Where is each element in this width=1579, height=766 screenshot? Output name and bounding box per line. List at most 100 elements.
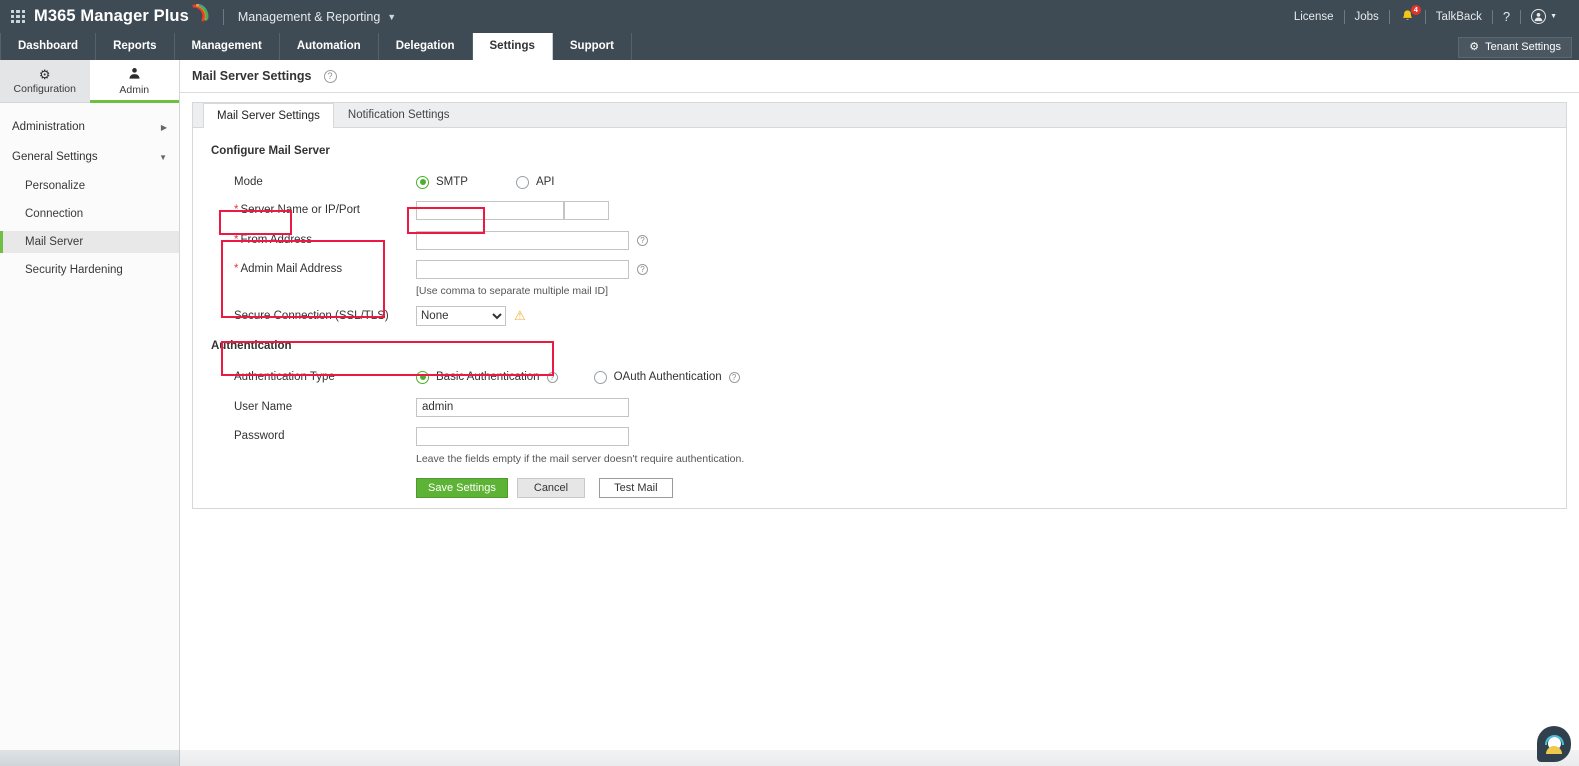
app-grid-icon[interactable] bbox=[11, 9, 25, 24]
sidebar-tab-admin-label: Admin bbox=[119, 83, 150, 96]
sidebar-tab-admin[interactable]: Admin bbox=[89, 60, 179, 103]
nav-tab-reports[interactable]: Reports bbox=[96, 33, 175, 60]
gear-icon-configuration: ⚙ bbox=[38, 66, 51, 82]
jobs-label: Jobs bbox=[1354, 10, 1379, 23]
auth-note: Leave the fields empty if the mail serve… bbox=[416, 453, 745, 465]
chevron-down-icon-general: ▼ bbox=[159, 152, 167, 162]
radio-label-api: API bbox=[535, 176, 555, 188]
port-input[interactable] bbox=[564, 200, 609, 220]
username-input[interactable] bbox=[416, 397, 629, 417]
sidebar-item-connection[interactable]: Connection bbox=[0, 203, 179, 225]
section-title-authentication: Authentication bbox=[211, 340, 292, 352]
radio-option-basic-auth[interactable]: Basic Authentication ? bbox=[416, 370, 558, 384]
main-nav: Dashboard Reports Management Automation … bbox=[0, 33, 1579, 60]
nav-tab-dashboard[interactable]: Dashboard bbox=[0, 33, 97, 60]
from-address-input[interactable] bbox=[416, 230, 629, 250]
breadcrumb-label: Management & Reporting bbox=[237, 9, 381, 24]
sidebar-item-security-hardening[interactable]: Security Hardening bbox=[0, 259, 179, 281]
radio-icon-smtp bbox=[416, 175, 429, 189]
sidebar-item-general-settings-label: General Settings bbox=[12, 151, 98, 163]
sidebar-item-security-hardening-label: Security Hardening bbox=[25, 264, 123, 276]
server-inputs bbox=[416, 200, 609, 220]
nav-tab-management[interactable]: Management bbox=[175, 33, 280, 60]
nav-tab-delegation[interactable]: Delegation bbox=[379, 33, 473, 60]
brand-logo[interactable]: M365 Manager Plus bbox=[34, 3, 209, 29]
chevron-down-icon: ▼ bbox=[387, 11, 397, 22]
tab-mail-server-settings[interactable]: Mail Server Settings bbox=[203, 103, 334, 128]
sidebar: ⚙ Configuration Admin Administration ▶ G… bbox=[0, 60, 180, 750]
sidebar-item-mail-server-label: Mail Server bbox=[25, 236, 84, 248]
form-buttons: Save Settings Cancel Test Mail bbox=[416, 478, 673, 498]
sidebar-item-general-settings[interactable]: General Settings ▼ bbox=[0, 145, 179, 169]
user-icon-admin bbox=[128, 67, 141, 82]
cancel-button[interactable]: Cancel bbox=[516, 478, 586, 498]
radio-label-smtp: SMTP bbox=[436, 176, 468, 188]
secure-connection-select[interactable]: None SSL TLS bbox=[416, 305, 506, 326]
server-name-input[interactable] bbox=[416, 200, 564, 220]
tab-notification-settings[interactable]: Notification Settings bbox=[334, 102, 464, 127]
warning-icon-secure[interactable]: ⚠ bbox=[514, 309, 526, 322]
bell-icon: 4 bbox=[1400, 5, 1421, 24]
secure-connection-field: None SSL TLS ⚠ bbox=[416, 305, 526, 326]
sidebar-item-mail-server[interactable]: Mail Server bbox=[0, 231, 179, 253]
mail-server-form: Configure Mail Server Mode SMTP API * Se… bbox=[193, 128, 1566, 508]
sidebar-item-administration-label: Administration bbox=[12, 121, 85, 133]
license-link[interactable]: License bbox=[1284, 11, 1344, 23]
radio-label-oauth: OAuth Authentication bbox=[613, 371, 722, 383]
radio-icon-oauth bbox=[593, 370, 607, 384]
help-icon-oauth[interactable]: ? bbox=[728, 371, 740, 383]
scrollbar-thumb[interactable] bbox=[0, 750, 180, 766]
label-from-address-text: From Address bbox=[240, 234, 313, 246]
row-auth-type: Authentication Type Basic Authentication… bbox=[211, 362, 1566, 392]
row-auth-note: Leave the fields empty if the mail serve… bbox=[211, 450, 1566, 468]
password-field bbox=[416, 426, 629, 446]
chevron-down-icon-account: ▼ bbox=[1550, 13, 1557, 20]
support-chat-button[interactable] bbox=[1537, 726, 1571, 762]
radio-option-smtp[interactable]: SMTP bbox=[416, 175, 468, 189]
help-icon-admin-mail[interactable]: ? bbox=[637, 263, 648, 275]
license-label: License bbox=[1293, 10, 1334, 23]
jobs-link[interactable]: Jobs bbox=[1345, 11, 1389, 23]
password-input[interactable] bbox=[416, 426, 629, 446]
help-icon-from-address[interactable]: ? bbox=[637, 234, 648, 246]
save-settings-button[interactable]: Save Settings bbox=[416, 478, 508, 498]
test-mail-button[interactable]: Test Mail bbox=[599, 478, 673, 498]
sidebar-tab-configuration[interactable]: ⚙ Configuration bbox=[0, 60, 90, 102]
nav-tab-automation[interactable]: Automation bbox=[280, 33, 379, 60]
nav-tab-settings[interactable]: Settings bbox=[472, 33, 553, 60]
user-account-button[interactable]: ▼ bbox=[1521, 9, 1567, 24]
help-label: ? bbox=[1502, 9, 1511, 24]
admin-mail-hint: [Use comma to separate multiple mail ID] bbox=[416, 285, 608, 297]
label-server-name: * Server Name or IP/Port bbox=[211, 204, 401, 216]
brand-arc-icon bbox=[192, 3, 209, 29]
panel-tabs: Mail Server Settings Notification Settin… bbox=[193, 103, 1566, 128]
sidebar-tab-configuration-label: Configuration bbox=[13, 82, 76, 95]
from-address-field: ? bbox=[416, 230, 648, 250]
required-marker-admin: * bbox=[234, 263, 239, 275]
gear-icon-tenant: ⚙ bbox=[1469, 41, 1480, 53]
sidebar-item-administration[interactable]: Administration ▶ bbox=[0, 115, 179, 139]
help-icon-page[interactable]: ? bbox=[323, 69, 337, 83]
sidebar-item-personalize[interactable]: Personalize bbox=[0, 175, 179, 197]
chevron-right-icon: ▶ bbox=[160, 122, 167, 132]
footer-scrollbar[interactable] bbox=[0, 750, 1579, 766]
admin-mail-input[interactable] bbox=[416, 259, 629, 279]
row-server-name: * Server Name or IP/Port bbox=[211, 195, 1566, 225]
radio-option-api[interactable]: API bbox=[515, 175, 555, 189]
talkback-link[interactable]: TalkBack bbox=[1426, 11, 1492, 23]
help-icon-basic-auth[interactable]: ? bbox=[546, 371, 558, 383]
help-button[interactable]: ? bbox=[1493, 9, 1520, 24]
row-password: Password bbox=[211, 422, 1566, 450]
radio-label-basic-auth: Basic Authentication bbox=[436, 371, 540, 383]
label-auth-type: Authentication Type bbox=[234, 371, 335, 383]
notifications-button[interactable]: 4 bbox=[1390, 5, 1425, 24]
radio-option-oauth[interactable]: OAuth Authentication ? bbox=[593, 370, 740, 384]
settings-panel: Mail Server Settings Notification Settin… bbox=[192, 102, 1567, 509]
sidebar-tabs: ⚙ Configuration Admin bbox=[0, 60, 179, 103]
sidebar-menu: Administration ▶ General Settings ▼ Pers… bbox=[0, 103, 179, 281]
label-mode: Mode bbox=[234, 176, 263, 188]
auth-radio-group: Basic Authentication ? OAuth Authenticat… bbox=[416, 370, 740, 384]
nav-tab-support[interactable]: Support bbox=[553, 33, 632, 60]
tenant-settings-button[interactable]: ⚙ Tenant Settings bbox=[1458, 37, 1572, 58]
breadcrumb[interactable]: Management & Reporting ▼ bbox=[238, 10, 396, 24]
